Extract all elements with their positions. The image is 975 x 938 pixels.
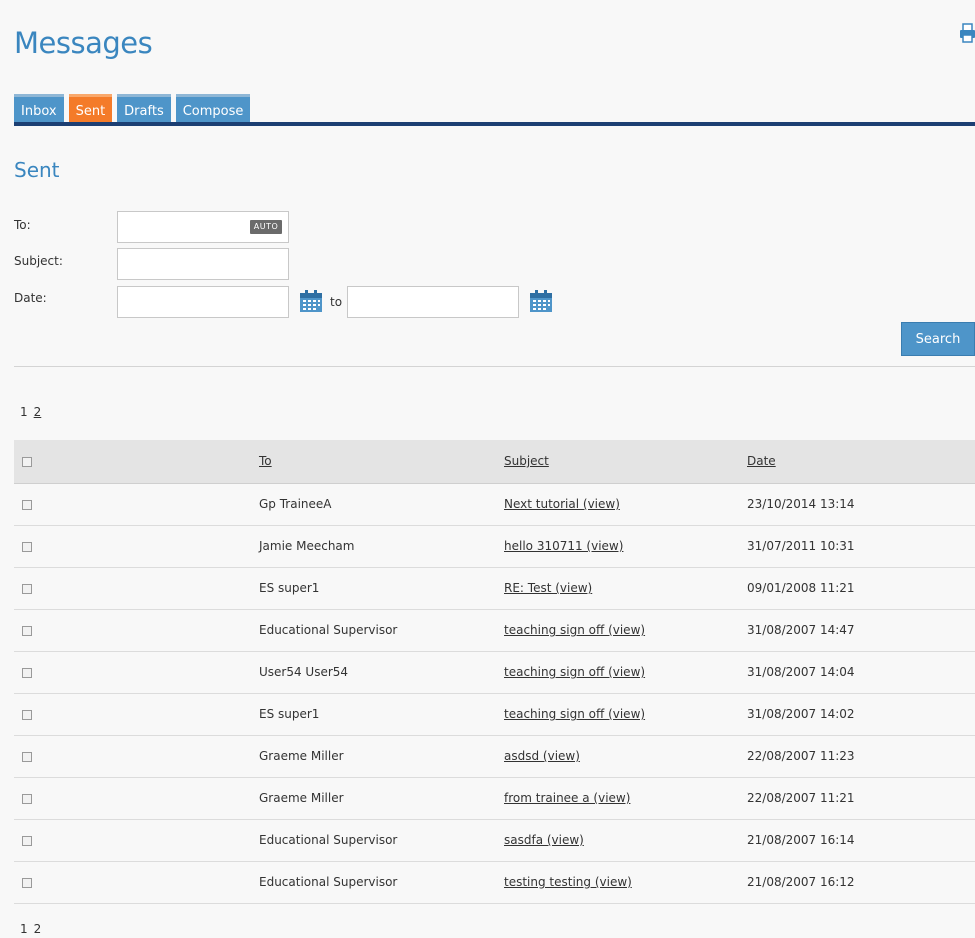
- tab-sent[interactable]: Sent: [68, 94, 113, 122]
- divider: [14, 366, 975, 367]
- section-title: Sent: [14, 158, 60, 182]
- subject-link[interactable]: teaching sign off (view): [504, 707, 645, 721]
- sent-date: 23/10/2014 13:14: [747, 483, 975, 526]
- row-checkbox[interactable]: [22, 835, 32, 846]
- calendar-icon[interactable]: [528, 288, 554, 314]
- sent-date: 31/08/2007 14:04: [747, 651, 975, 694]
- subject-field[interactable]: [117, 248, 289, 280]
- table-row: Educational Supervisor sasdfa (view) 21/…: [14, 819, 975, 862]
- recipient: Jamie Meecham: [259, 525, 504, 568]
- sent-date: 09/01/2008 11:21: [747, 567, 975, 610]
- recipient: Gp TraineeA: [259, 483, 504, 526]
- tab-inbox[interactable]: Inbox: [14, 94, 64, 122]
- row-checkbox[interactable]: [22, 583, 32, 594]
- table-row: Jamie Meecham hello 310711 (view) 31/07/…: [14, 525, 975, 568]
- pagination-bottom: 12: [20, 922, 47, 936]
- row-checkbox[interactable]: [22, 625, 32, 636]
- subject-label: Subject:: [14, 254, 63, 268]
- tab-divider: [14, 122, 975, 126]
- row-checkbox[interactable]: [22, 877, 32, 888]
- subject-link[interactable]: asdsd (view): [504, 749, 580, 763]
- table-row: User54 User54 teaching sign off (view) 3…: [14, 651, 975, 694]
- page-2-link[interactable]: 2: [34, 922, 42, 936]
- recipient: User54 User54: [259, 651, 504, 694]
- row-checkbox[interactable]: [22, 499, 32, 510]
- row-checkbox[interactable]: [22, 709, 32, 720]
- subject-link[interactable]: teaching sign off (view): [504, 665, 645, 679]
- sort-date-link[interactable]: Date: [747, 454, 776, 468]
- auto-badge: AUTO: [250, 220, 282, 234]
- to-label: To:: [14, 218, 31, 232]
- row-checkbox[interactable]: [22, 667, 32, 678]
- page-1-current: 1: [20, 405, 28, 419]
- recipient: Educational Supervisor: [259, 819, 504, 862]
- date-range-separator: to: [330, 295, 343, 309]
- subject-link[interactable]: RE: Test (view): [504, 581, 592, 595]
- sent-date: 31/07/2011 10:31: [747, 525, 975, 568]
- date-to-field[interactable]: [347, 286, 519, 318]
- printer-icon[interactable]: [959, 22, 975, 44]
- table-row: ES super1 teaching sign off (view) 31/08…: [14, 693, 975, 736]
- recipient: ES super1: [259, 567, 504, 610]
- table-row: Graeme Miller asdsd (view) 22/08/2007 11…: [14, 735, 975, 778]
- date-label: Date:: [14, 291, 47, 305]
- sort-to-link[interactable]: To: [259, 454, 272, 468]
- table-row: Graeme Miller from trainee a (view) 22/0…: [14, 777, 975, 820]
- sent-date: 31/08/2007 14:47: [747, 609, 975, 652]
- search-button[interactable]: Search: [901, 322, 975, 356]
- sent-date: 22/08/2007 11:21: [747, 777, 975, 820]
- row-checkbox[interactable]: [22, 541, 32, 552]
- subject-link[interactable]: hello 310711 (view): [504, 539, 623, 553]
- select-all-checkbox[interactable]: [22, 456, 32, 467]
- subject-link[interactable]: teaching sign off (view): [504, 623, 645, 637]
- subject-link[interactable]: from trainee a (view): [504, 791, 630, 805]
- table-row: Gp TraineeA Next tutorial (view) 23/10/2…: [14, 483, 975, 526]
- subject-link[interactable]: testing testing (view): [504, 875, 632, 889]
- tab-bar: Inbox Sent Drafts Compose: [14, 94, 251, 122]
- page-title: Messages: [14, 26, 153, 60]
- table-row: Educational Supervisor testing testing (…: [14, 861, 975, 904]
- date-from-field[interactable]: [117, 286, 289, 318]
- page-1-current: 1: [20, 922, 28, 936]
- sent-date: 22/08/2007 11:23: [747, 735, 975, 778]
- recipient: ES super1: [259, 693, 504, 736]
- sent-date: 31/08/2007 14:02: [747, 693, 975, 736]
- subject-link[interactable]: Next tutorial (view): [504, 497, 620, 511]
- tab-drafts[interactable]: Drafts: [117, 94, 171, 122]
- recipient: Graeme Miller: [259, 777, 504, 820]
- row-checkbox[interactable]: [22, 751, 32, 762]
- pagination-top: 12: [20, 405, 47, 419]
- page-2-link[interactable]: 2: [34, 405, 42, 419]
- recipient: Graeme Miller: [259, 735, 504, 778]
- sent-date: 21/08/2007 16:12: [747, 861, 975, 904]
- recipient: Educational Supervisor: [259, 861, 504, 904]
- recipient: Educational Supervisor: [259, 609, 504, 652]
- subject-link[interactable]: sasdfa (view): [504, 833, 584, 847]
- sent-date: 21/08/2007 16:14: [747, 819, 975, 862]
- table-row: ES super1 RE: Test (view) 09/01/2008 11:…: [14, 567, 975, 610]
- messages-table: To Subject Date Gp TraineeA Next tutoria…: [14, 440, 975, 904]
- calendar-icon[interactable]: [298, 288, 324, 314]
- tab-compose[interactable]: Compose: [175, 94, 251, 122]
- row-checkbox[interactable]: [22, 793, 32, 804]
- sort-subject-link[interactable]: Subject: [504, 454, 549, 468]
- table-header: To Subject Date: [14, 440, 975, 484]
- table-row: Educational Supervisor teaching sign off…: [14, 609, 975, 652]
